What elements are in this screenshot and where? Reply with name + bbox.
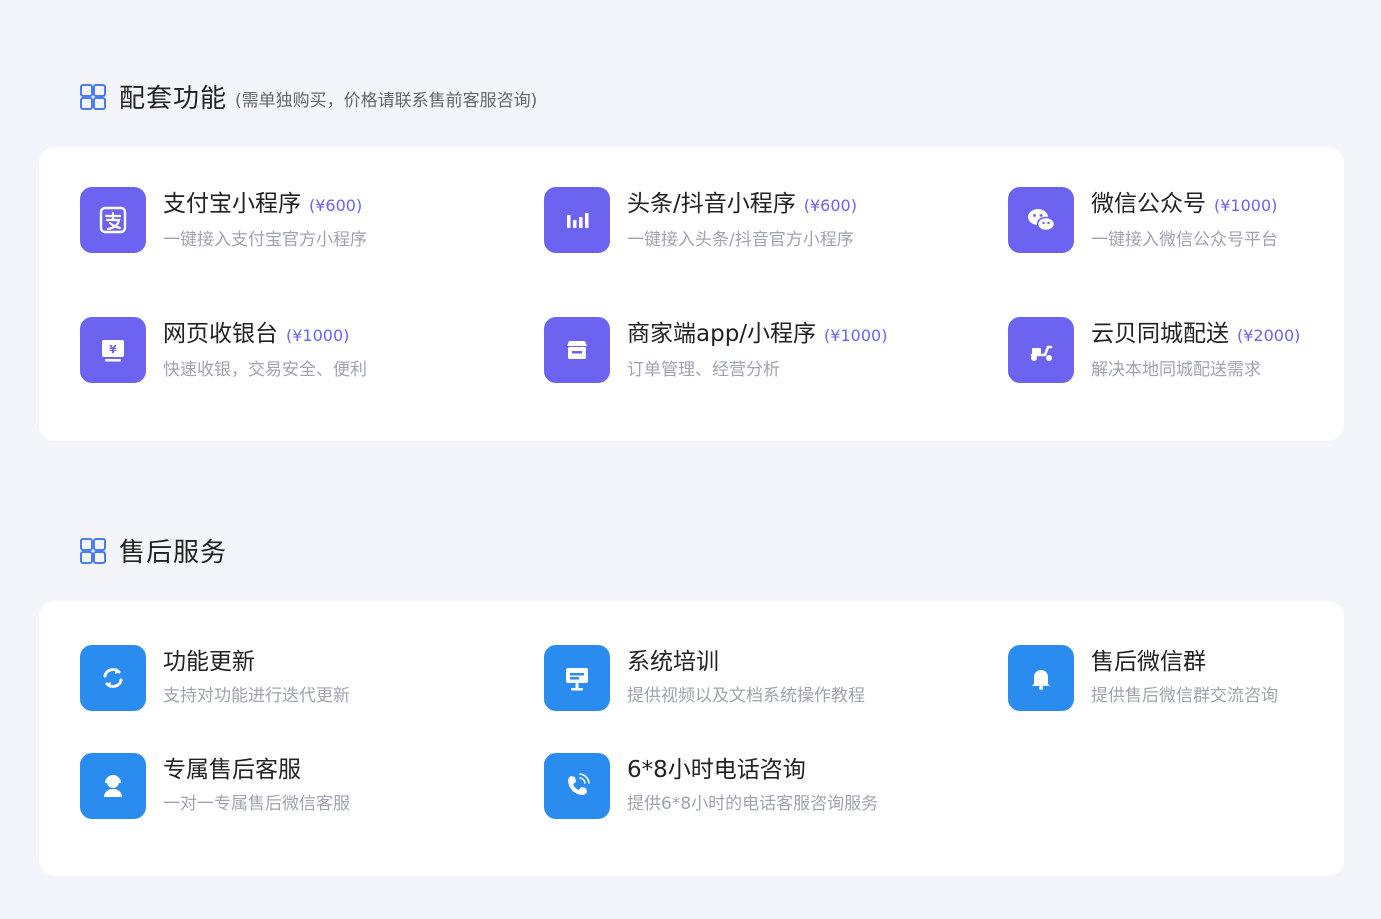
item-desc: 提供6*8小时的电话客服咨询服务	[627, 794, 879, 814]
alipay-icon	[80, 187, 146, 253]
item-name: 6*8小时电话咨询	[627, 757, 806, 783]
item-name: 售后微信群	[1091, 649, 1206, 675]
scooter-icon	[1008, 317, 1074, 383]
addons-section-header: 配套功能 (需单独购买，价格请联系售前客服咨询)	[80, 78, 537, 115]
item-price: (¥600)	[309, 196, 363, 215]
phone-icon	[544, 753, 610, 819]
refresh-icon	[80, 645, 146, 711]
item-name: 专属售后客服	[163, 757, 301, 783]
item-name: 系统培训	[627, 649, 719, 675]
item-desc: 解决本地同城配送需求	[1091, 360, 1261, 380]
addon-item-alipay[interactable]: 支付宝小程序 (¥600) 一键接入支付宝官方小程序	[80, 187, 367, 253]
item-desc: 一键接入微信公众号平台	[1091, 230, 1278, 250]
item-desc: 支持对功能进行迭代更新	[163, 686, 350, 706]
item-desc: 一键接入头条/抖音官方小程序	[627, 230, 854, 250]
item-name: 微信公众号	[1091, 191, 1206, 217]
bar-chart-icon	[544, 187, 610, 253]
item-price: (¥1000)	[286, 326, 350, 345]
addon-item-local-delivery[interactable]: 云贝同城配送 (¥2000) 解决本地同城配送需求	[1008, 317, 1300, 383]
item-price: (¥600)	[803, 196, 857, 215]
bell-icon	[1008, 645, 1074, 711]
item-name: 网页收银台	[163, 321, 278, 347]
item-desc: 快速收银，交易安全、便利	[163, 360, 367, 380]
item-price: (¥1000)	[824, 326, 888, 345]
item-desc: 提供视频以及文档系统操作教程	[627, 686, 865, 706]
store-icon	[544, 317, 610, 383]
grid-icon	[80, 537, 106, 564]
service-item-dedicated-support[interactable]: 专属售后客服 一对一专属售后微信客服	[80, 753, 350, 819]
presentation-icon	[544, 645, 610, 711]
item-desc: 提供售后微信群交流咨询	[1091, 686, 1278, 706]
section-title: 售后服务	[119, 538, 228, 568]
item-name: 支付宝小程序	[163, 191, 301, 217]
aftersales-section-header: 售后服务	[80, 532, 227, 569]
item-desc: 订单管理、经营分析	[627, 360, 780, 380]
item-name: 商家端app/小程序	[627, 321, 817, 347]
addon-item-wechat-official[interactable]: 微信公众号 (¥1000) 一键接入微信公众号平台	[1008, 187, 1278, 253]
item-price: (¥1000)	[1214, 196, 1278, 215]
item-name: 云贝同城配送	[1091, 321, 1229, 347]
grid-icon	[80, 83, 106, 110]
item-price: (¥2000)	[1237, 326, 1301, 345]
item-desc: 一对一专属售后微信客服	[163, 794, 350, 814]
service-item-training[interactable]: 系统培训 提供视频以及文档系统操作教程	[544, 645, 865, 711]
headset-icon	[80, 753, 146, 819]
addon-item-merchant-app[interactable]: 商家端app/小程序 (¥1000) 订单管理、经营分析	[544, 317, 887, 383]
item-name: 功能更新	[163, 649, 255, 675]
section-note: (需单独购买，价格请联系售前客服咨询)	[235, 91, 538, 111]
service-item-phone[interactable]: 6*8小时电话咨询 提供6*8小时的电话客服咨询服务	[544, 753, 878, 819]
wechat-icon	[1008, 187, 1074, 253]
section-title: 配套功能	[119, 84, 228, 114]
service-item-updates[interactable]: 功能更新 支持对功能进行迭代更新	[80, 645, 350, 711]
addon-item-web-cashier[interactable]: ¥ 网页收银台 (¥1000) 快速收银，交易安全、便利	[80, 317, 367, 383]
addons-card: 支付宝小程序 (¥600) 一键接入支付宝官方小程序 头条/抖音小程序 (¥600)…	[39, 147, 1344, 441]
aftersales-card: 功能更新 支持对功能进行迭代更新 系统培训 提供视频以及文档系统操作教程 售后微…	[39, 601, 1344, 876]
service-item-wechat-group[interactable]: 售后微信群 提供售后微信群交流咨询	[1008, 645, 1278, 711]
svg-text:¥: ¥	[109, 343, 117, 356]
addon-item-douyin[interactable]: 头条/抖音小程序 (¥600) 一键接入头条/抖音官方小程序	[544, 187, 857, 253]
item-desc: 一键接入支付宝官方小程序	[163, 230, 367, 250]
item-name: 头条/抖音小程序	[627, 191, 796, 217]
cashier-icon: ¥	[80, 317, 146, 383]
